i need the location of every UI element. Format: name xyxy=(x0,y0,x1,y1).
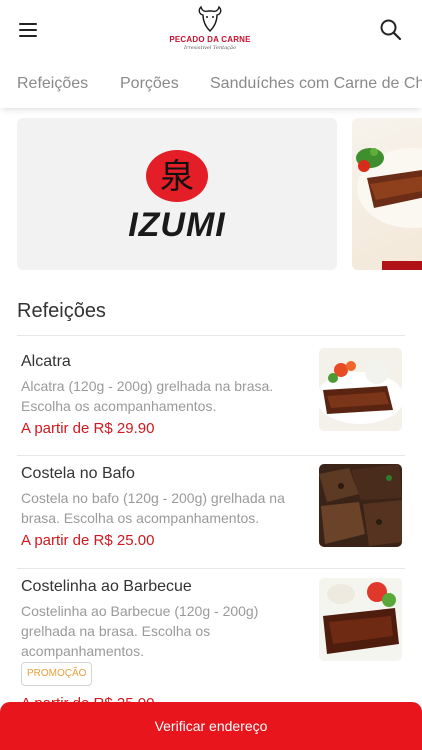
grilled-meat-plate-image xyxy=(356,148,422,270)
item-price: A partir de R$ 25.00 xyxy=(21,532,155,549)
category-tabs: Refeições Porções Sanduíches com Carne d… xyxy=(0,62,422,108)
tab-refeicoes[interactable]: Refeições xyxy=(17,75,88,93)
costela-dish-image xyxy=(319,464,402,547)
izumi-glyph-icon: 泉 xyxy=(160,157,194,197)
bull-head-icon xyxy=(198,5,222,32)
app-header: PECADO DA CARNE Irresistível Tentação xyxy=(0,0,422,60)
menu-item-alcatra[interactable]: Alcatra Alcatra (120g - 200g) grelhada n… xyxy=(21,348,405,449)
logo-tagline: Irresistível Tentação xyxy=(184,45,236,51)
svg-text:泉: 泉 xyxy=(160,157,194,197)
divider xyxy=(17,335,405,336)
menu-item-costelinha-barbecue[interactable]: Costelinha ao Barbecue Costelinha ao Bar… xyxy=(21,578,405,718)
hamburger-menu-icon[interactable] xyxy=(14,15,44,45)
divider xyxy=(17,568,405,569)
izumi-logo-circle: 泉 xyxy=(146,150,208,202)
alcatra-dish-image xyxy=(319,348,402,431)
izumi-brand-text: IZUMI xyxy=(128,206,226,244)
item-name: Costelinha ao Barbecue xyxy=(21,578,192,595)
izumi-banner[interactable]: 泉 IZUMI xyxy=(17,118,337,270)
brand-logo[interactable]: PECADO DA CARNE Irresistível Tentação xyxy=(169,4,250,58)
app-screen: PECADO DA CARNE Irresistível Tentação Re… xyxy=(0,0,422,750)
item-description: Costelinha ao Barbecue (120g - 200g) gre… xyxy=(21,603,259,659)
costelinha-dish-image xyxy=(319,578,402,661)
divider xyxy=(17,455,405,456)
item-name: Costela no Bafo xyxy=(21,465,135,482)
verify-address-button[interactable]: Verificar endereço xyxy=(0,702,422,750)
tab-porcoes[interactable]: Porções xyxy=(120,75,179,93)
section-title: Refeições xyxy=(17,300,106,322)
menu-item-costela-no-bafo[interactable]: Costela no Bafo Costela no bafo (120g - … xyxy=(21,464,405,561)
item-name: Alcatra xyxy=(21,353,71,370)
tab-sanduiches[interactable]: Sanduíches com Carne de Churrasco xyxy=(210,75,422,93)
promo-badge: PROMOÇÃO xyxy=(21,662,93,686)
food-promo-banner[interactable] xyxy=(352,118,422,270)
item-description: Costela no bafo (120g - 200g) grelhada n… xyxy=(21,490,285,526)
logo-name: PECADO DA CARNE xyxy=(169,35,251,44)
search-icon[interactable] xyxy=(377,16,405,44)
item-price: A partir de R$ 29.90 xyxy=(21,420,155,437)
item-description: Alcatra (120g - 200g) grelhada na brasa.… xyxy=(21,378,274,414)
